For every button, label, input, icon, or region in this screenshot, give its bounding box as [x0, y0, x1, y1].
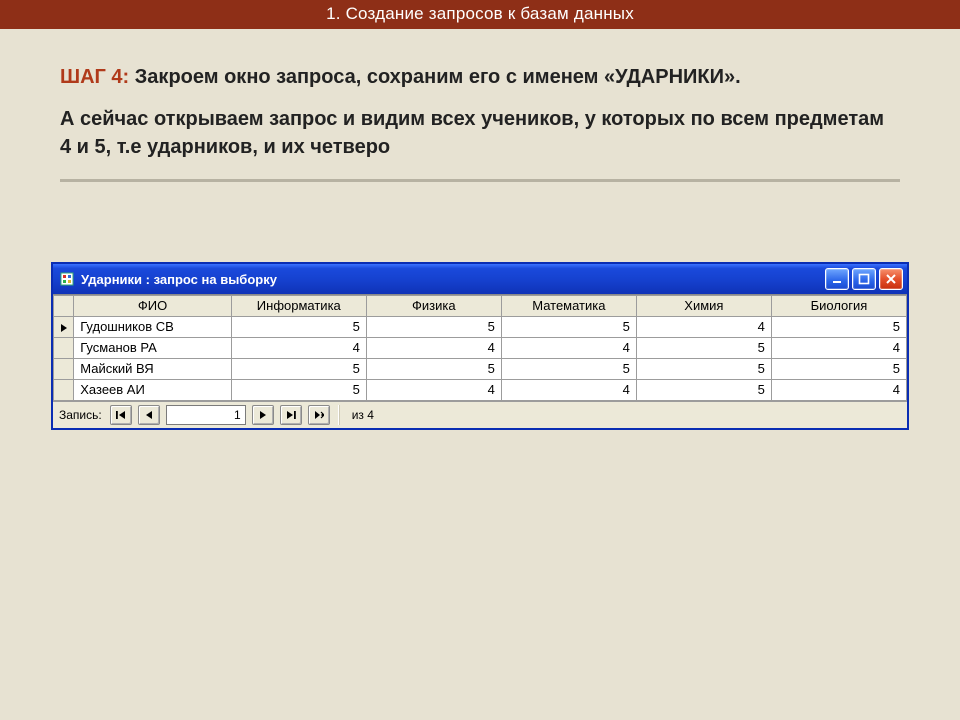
row-selector[interactable]	[54, 380, 74, 401]
query-window: Ударники : запрос на выборку ФИО Информа…	[51, 262, 909, 430]
col-header[interactable]: Математика	[501, 296, 636, 317]
cell-value[interactable]: 5	[366, 359, 501, 380]
maximize-button[interactable]	[852, 268, 876, 290]
row-selector[interactable]	[54, 338, 74, 359]
table-row[interactable]: Гудошников СВ55545	[54, 317, 907, 338]
cell-value[interactable]: 4	[771, 338, 906, 359]
record-navigator: Запись: из 4	[53, 401, 907, 428]
data-grid[interactable]: ФИО Информатика Физика Математика Химия …	[53, 294, 907, 401]
table-row[interactable]: Хазеев АИ54454	[54, 380, 907, 401]
cell-value[interactable]: 4	[501, 380, 636, 401]
first-record-button[interactable]	[110, 405, 132, 425]
close-button[interactable]	[879, 268, 903, 290]
table-row[interactable]: Майский ВЯ55555	[54, 359, 907, 380]
select-all-corner[interactable]	[54, 296, 74, 317]
cell-value[interactable]: 4	[366, 338, 501, 359]
cell-name[interactable]: Хазеев АИ	[74, 380, 232, 401]
step-title: Закроем окно запроса, сохраним его с име…	[135, 66, 741, 88]
window-titlebar[interactable]: Ударники : запрос на выборку	[53, 264, 907, 294]
last-record-button[interactable]	[280, 405, 302, 425]
cell-value[interactable]: 5	[771, 359, 906, 380]
cell-value[interactable]: 4	[771, 380, 906, 401]
cell-value[interactable]: 5	[636, 359, 771, 380]
record-number-input[interactable]	[166, 405, 246, 425]
cell-value[interactable]: 5	[636, 338, 771, 359]
current-row-indicator-icon	[61, 324, 67, 332]
new-record-button[interactable]	[308, 405, 330, 425]
cell-value[interactable]: 4	[501, 338, 636, 359]
col-header[interactable]: Физика	[366, 296, 501, 317]
slide-body: ШАГ 4: Закроем окно запроса, сохраним ег…	[0, 29, 960, 161]
cell-value[interactable]: 4	[231, 338, 366, 359]
section-divider	[60, 179, 900, 182]
previous-record-button[interactable]	[138, 405, 160, 425]
col-header[interactable]: Информатика	[231, 296, 366, 317]
col-header[interactable]: Биология	[771, 296, 906, 317]
row-selector[interactable]	[54, 317, 74, 338]
cell-value[interactable]: 5	[366, 317, 501, 338]
cell-value[interactable]: 5	[231, 359, 366, 380]
query-icon	[59, 271, 75, 287]
col-header[interactable]: ФИО	[74, 296, 232, 317]
window-title: Ударники : запрос на выборку	[81, 272, 825, 287]
next-record-button[interactable]	[252, 405, 274, 425]
col-header[interactable]: Химия	[636, 296, 771, 317]
cell-name[interactable]: Майский ВЯ	[74, 359, 232, 380]
cell-value[interactable]: 5	[501, 317, 636, 338]
recnav-label: Запись:	[59, 408, 102, 422]
slide-title: 1. Создание запросов к базам данных	[326, 4, 634, 23]
cell-value[interactable]: 5	[771, 317, 906, 338]
cell-value[interactable]: 4	[636, 317, 771, 338]
window-buttons	[825, 268, 903, 290]
step-tag: ШАГ 4:	[60, 66, 129, 88]
cell-name[interactable]: Гудошников СВ	[74, 317, 232, 338]
table-row[interactable]: Гусманов РА44454	[54, 338, 907, 359]
step-paragraph: А сейчас открываем запрос и видим всех у…	[60, 105, 900, 161]
recnav-separator	[338, 405, 340, 425]
slide-title-bar: 1. Создание запросов к базам данных	[0, 0, 960, 29]
recnav-of: из 4	[352, 408, 374, 422]
row-selector[interactable]	[54, 359, 74, 380]
cell-name[interactable]: Гусманов РА	[74, 338, 232, 359]
minimize-button[interactable]	[825, 268, 849, 290]
cell-value[interactable]: 5	[231, 380, 366, 401]
cell-value[interactable]: 5	[231, 317, 366, 338]
cell-value[interactable]: 5	[636, 380, 771, 401]
step-line: ШАГ 4: Закроем окно запроса, сохраним ег…	[60, 63, 900, 91]
cell-value[interactable]: 5	[501, 359, 636, 380]
cell-value[interactable]: 4	[366, 380, 501, 401]
